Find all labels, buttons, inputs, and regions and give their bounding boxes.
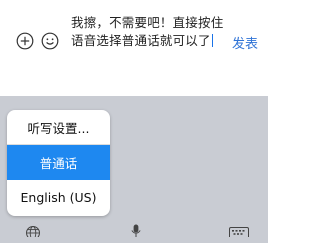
globe-icon[interactable] <box>25 222 41 241</box>
menu-item-mandarin[interactable]: 普通话 <box>7 145 110 180</box>
emoji-icon[interactable] <box>41 32 59 50</box>
message-text: 我擦，不需要吧！直接按住语音选择普通话就可以了 <box>71 15 224 48</box>
text-caret <box>211 34 213 47</box>
microphone-icon[interactable] <box>130 222 142 241</box>
send-button[interactable]: 发表 <box>232 33 258 52</box>
menu-item-dictation-settings[interactable]: 听写设置... <box>7 110 110 145</box>
message-input[interactable]: 我擦，不需要吧！直接按住语音选择普通话就可以了 <box>71 14 231 50</box>
menu-item-english-us[interactable]: English (US) <box>7 180 110 215</box>
composer-bar: 我擦，不需要吧！直接按住语音选择普通话就可以了 发表 <box>0 0 268 96</box>
keyboard-icon[interactable] <box>229 222 249 241</box>
keyboard-area: 听写设置... 普通话 English (US) <box>0 96 268 243</box>
language-menu: 听写设置... 普通话 English (US) <box>7 110 110 216</box>
add-circle-icon[interactable] <box>16 32 34 50</box>
